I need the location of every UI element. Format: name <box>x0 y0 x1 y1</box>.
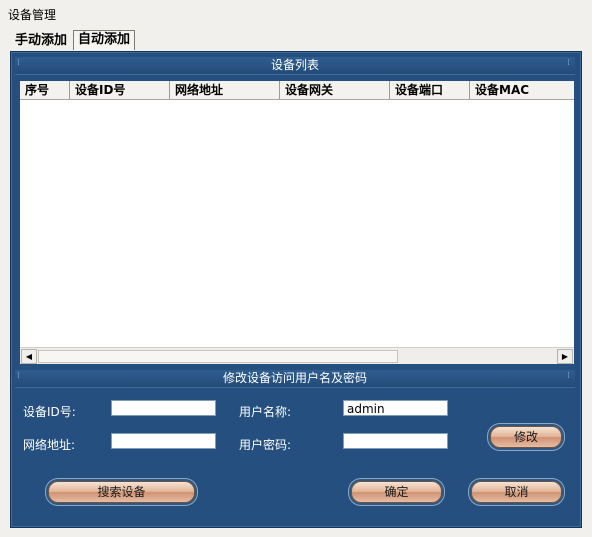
grip-right-icon: ⁞ <box>567 58 570 68</box>
password-field[interactable] <box>343 433 448 449</box>
credentials-title: 修改设备访问用户名及密码 <box>15 370 575 388</box>
credentials-header: 修改设备访问用户名及密码 <box>15 370 575 388</box>
cancel-button[interactable]: 取消 <box>471 481 562 503</box>
grip-left-icon-2: ⁞ <box>17 371 20 381</box>
tab-manual-add[interactable]: 手动添加 <box>11 32 71 50</box>
device-list-body[interactable] <box>20 100 574 347</box>
column-index[interactable]: 序号 <box>20 81 70 99</box>
username-label: 用户名称: <box>239 405 292 419</box>
window-title: 设备管理 <box>8 8 57 22</box>
grip-left-icon: ⁞ <box>17 58 20 68</box>
tab-auto-add[interactable]: 自动添加 <box>73 30 136 50</box>
main-panel: 设备列表 ⁞ ⁞ 序号 设备ID号 网络地址 设备网关 设备端口 设备MAC ◀… <box>10 51 582 528</box>
column-device-id[interactable]: 设备ID号 <box>70 81 170 99</box>
device-id-field[interactable] <box>111 400 216 416</box>
ip-address-label: 网络地址: <box>23 438 76 452</box>
ip-address-field[interactable] <box>111 433 216 449</box>
password-label: 用户密码: <box>239 438 292 452</box>
search-devices-button[interactable]: 搜索设备 <box>48 481 195 503</box>
horizontal-scrollbar[interactable]: ◀ ▶ <box>20 347 574 364</box>
column-port[interactable]: 设备端口 <box>390 81 470 99</box>
column-gateway[interactable]: 设备网关 <box>280 81 390 99</box>
username-field[interactable]: admin <box>343 400 448 416</box>
scroll-right-icon[interactable]: ▶ <box>557 349 573 364</box>
column-mac[interactable]: 设备MAC <box>470 81 574 99</box>
modify-button[interactable]: 修改 <box>490 426 562 448</box>
scroll-left-icon[interactable]: ◀ <box>21 349 37 364</box>
device-list-columns: 序号 设备ID号 网络地址 设备网关 设备端口 设备MAC <box>20 81 574 100</box>
scroll-thumb[interactable] <box>38 350 398 363</box>
device-list-header: 设备列表 <box>15 57 575 75</box>
grip-right-icon-2: ⁞ <box>567 371 570 381</box>
ok-button[interactable]: 确定 <box>351 481 442 503</box>
device-id-label: 设备ID号: <box>23 405 76 419</box>
column-ip-address[interactable]: 网络地址 <box>170 81 280 99</box>
device-list-title: 设备列表 <box>15 57 575 75</box>
